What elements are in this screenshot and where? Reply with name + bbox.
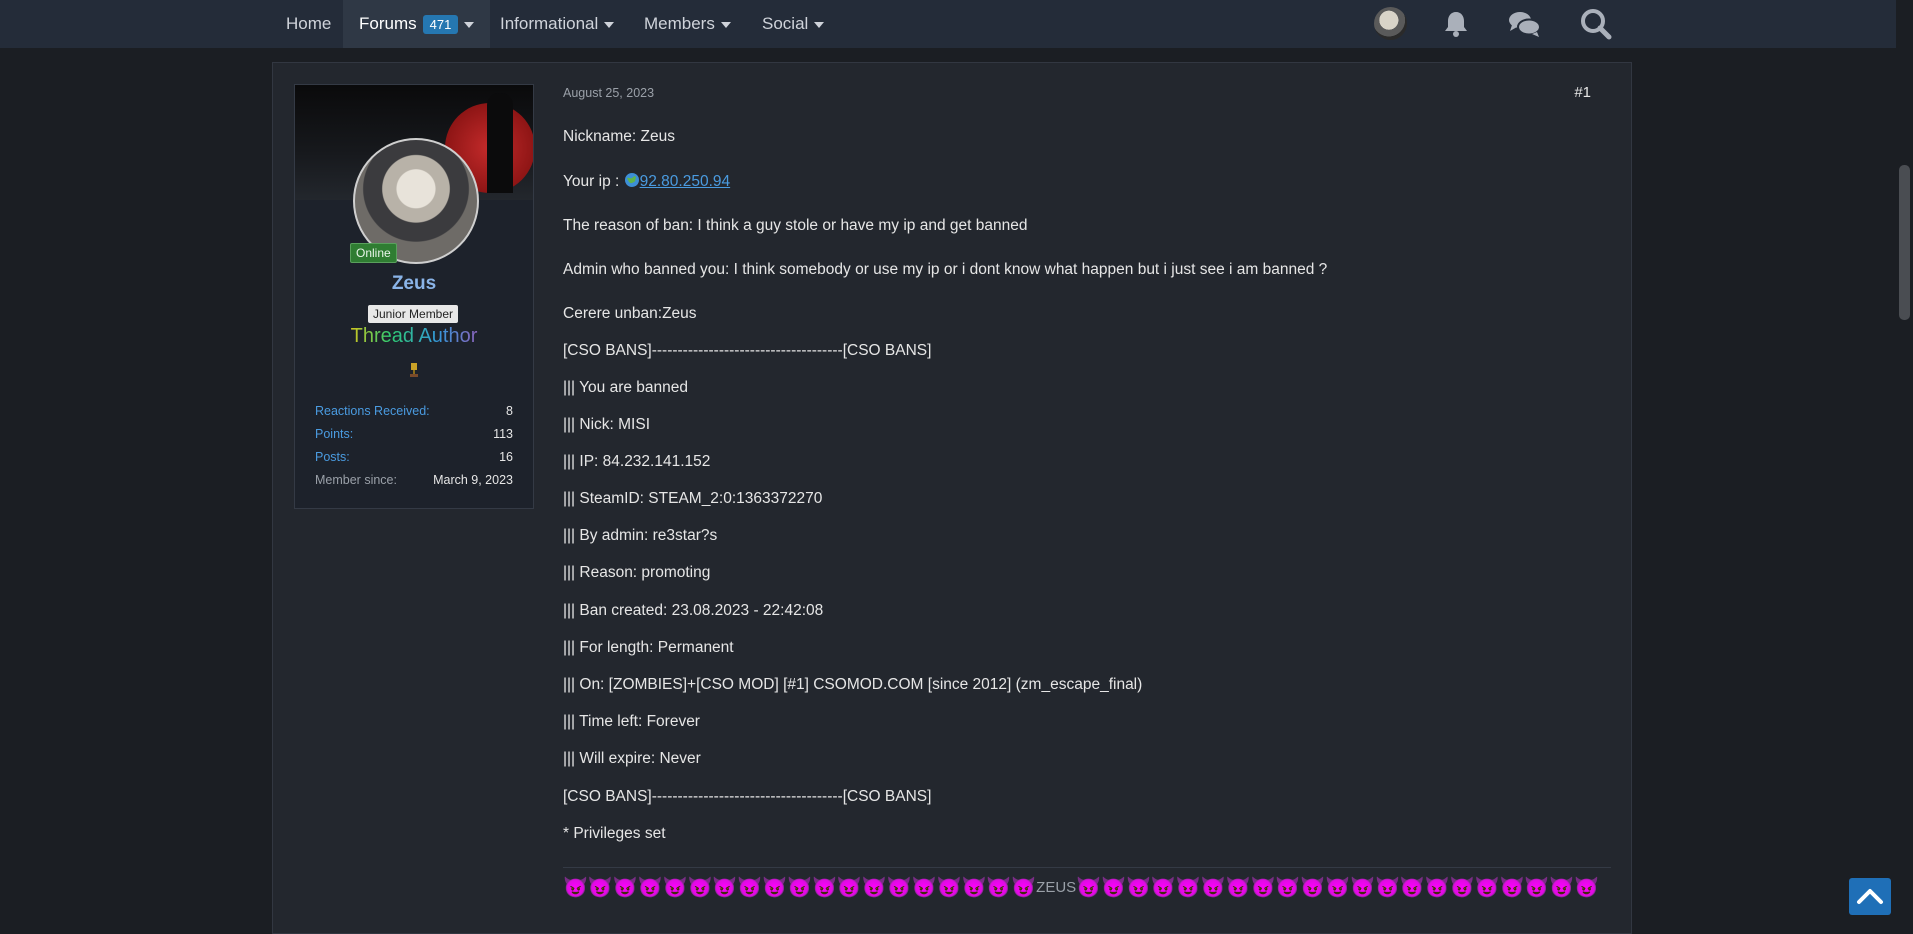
privileges-line: * Privileges set — [563, 825, 666, 842]
stat-label-posts[interactable]: Posts: — [315, 446, 350, 469]
signature: 😈😈😈😈😈😈😈😈😈😈😈😈😈😈😈😈😈😈😈ZEUS😈😈😈😈😈😈😈😈😈😈😈😈😈😈😈😈😈… — [563, 875, 1611, 901]
ip-label: Your ip : — [563, 173, 624, 190]
ban-line: ||| Time left: Forever — [563, 713, 700, 730]
scroll-to-top-button[interactable] — [1849, 878, 1891, 915]
page-scrollbar[interactable] — [1896, 0, 1913, 924]
username-link[interactable]: Zeus — [295, 273, 533, 295]
nav-informational-label: Informational — [500, 14, 599, 33]
nickname-line: Nickname: Zeus — [563, 128, 675, 145]
forum-post: Online Zeus Junior Member Thread Author … — [272, 62, 1632, 934]
bell-icon[interactable] — [1438, 6, 1474, 42]
nav-informational[interactable]: Informational — [484, 0, 630, 48]
stat-row: Member since: March 9, 2023 — [315, 469, 513, 492]
ip-line: Your ip : 92.80.250.94 — [563, 172, 730, 191]
signature-divider — [563, 867, 1611, 868]
nav-social[interactable]: Social — [746, 0, 840, 48]
stat-value-points: 113 — [493, 427, 513, 441]
chevron-down-icon — [814, 21, 825, 28]
stat-value-reactions: 8 — [506, 404, 513, 418]
chevron-down-icon — [464, 21, 475, 28]
ban-line: ||| Reason: promoting — [563, 564, 711, 581]
trophy-icon — [410, 363, 418, 377]
devil-emoji-row: 😈😈😈😈😈😈😈😈😈😈😈😈😈😈😈😈😈😈😈 — [563, 877, 1037, 899]
nav-social-label: Social — [762, 14, 809, 33]
ban-line: ||| SteamID: STEAM_2:0:1363372270 — [563, 490, 823, 507]
nav-forums-label: Forums — [359, 14, 417, 33]
banner-figure — [487, 93, 513, 193]
ban-line: ||| On: [ZOMBIES]+[CSO MOD] [#1] CSOMOD.… — [563, 676, 1143, 693]
ban-footer-line: [CSO BANS]------------------------------… — [563, 788, 932, 805]
devil-emoji-row: 😈😈😈😈😈😈😈😈😈😈😈😈😈😈😈😈😈😈😈😈😈 — [1076, 877, 1600, 899]
globe-icon — [624, 173, 639, 187]
chevron-up-icon — [1857, 889, 1883, 904]
stat-label-points[interactable]: Points: — [315, 423, 353, 446]
nav-home-label: Home — [286, 14, 332, 33]
user-avatar-icon[interactable] — [1374, 7, 1407, 40]
stat-label-member-since: Member since: — [315, 473, 397, 487]
user-card: Online Zeus Junior Member Thread Author … — [294, 84, 534, 509]
ban-line: ||| For length: Permanent — [563, 639, 734, 656]
post-number-link[interactable]: #1 — [1574, 84, 1591, 101]
ban-line: ||| Ban created: 23.08.2023 - 22:42:08 — [563, 602, 824, 619]
nav-members-label: Members — [644, 14, 715, 33]
stat-label-reactions[interactable]: Reactions Received: — [315, 400, 430, 423]
scrollbar-thumb[interactable] — [1899, 165, 1910, 320]
rank-badge: Junior Member — [368, 305, 459, 323]
stat-value-member-since: March 9, 2023 — [433, 473, 513, 487]
signature-text: ZEUS — [1036, 879, 1077, 896]
ban-line: ||| Nick: MISI — [563, 416, 650, 433]
stat-row: Posts: 16 — [315, 446, 513, 469]
user-stats: Reactions Received: 8 Points: 113 Posts: 16… — [315, 400, 513, 492]
online-badge: Online — [350, 243, 397, 263]
ban-line: ||| You are banned — [563, 379, 688, 396]
ip-address-link[interactable]: 92.80.250.94 — [640, 173, 731, 190]
nav-forums[interactable]: Forums 471 — [343, 0, 491, 48]
nav-members[interactable]: Members — [628, 0, 747, 48]
ban-header-line: [CSO BANS]------------------------------… — [563, 342, 932, 359]
ban-line: ||| IP: 84.232.141.152 — [563, 453, 711, 470]
thread-author-banner: Thread Author — [295, 325, 533, 348]
nav-home[interactable]: Home — [270, 0, 347, 48]
chat-bubbles-icon[interactable] — [1506, 6, 1542, 42]
ban-line: ||| By admin: re3star?s — [563, 527, 718, 544]
stat-row: Reactions Received: 8 — [315, 400, 513, 423]
unban-line: Cerere unban:Zeus — [563, 305, 697, 322]
reason-line: The reason of ban: I think a guy stole o… — [563, 217, 1028, 234]
ban-line: ||| Will expire: Never — [563, 750, 701, 767]
post-date-link[interactable]: August 25, 2023 — [563, 86, 654, 100]
forums-count-badge: 471 — [422, 15, 459, 35]
stat-value-posts: 16 — [499, 450, 513, 464]
stat-row: Points: 113 — [315, 423, 513, 446]
admin-line: Admin who banned you: I think somebody o… — [563, 261, 1328, 278]
search-icon[interactable] — [1578, 6, 1614, 42]
chevron-down-icon — [720, 21, 731, 28]
top-navigation: Home Forums 471 Informational Members Soc… — [0, 0, 1896, 48]
chevron-down-icon — [604, 21, 615, 28]
